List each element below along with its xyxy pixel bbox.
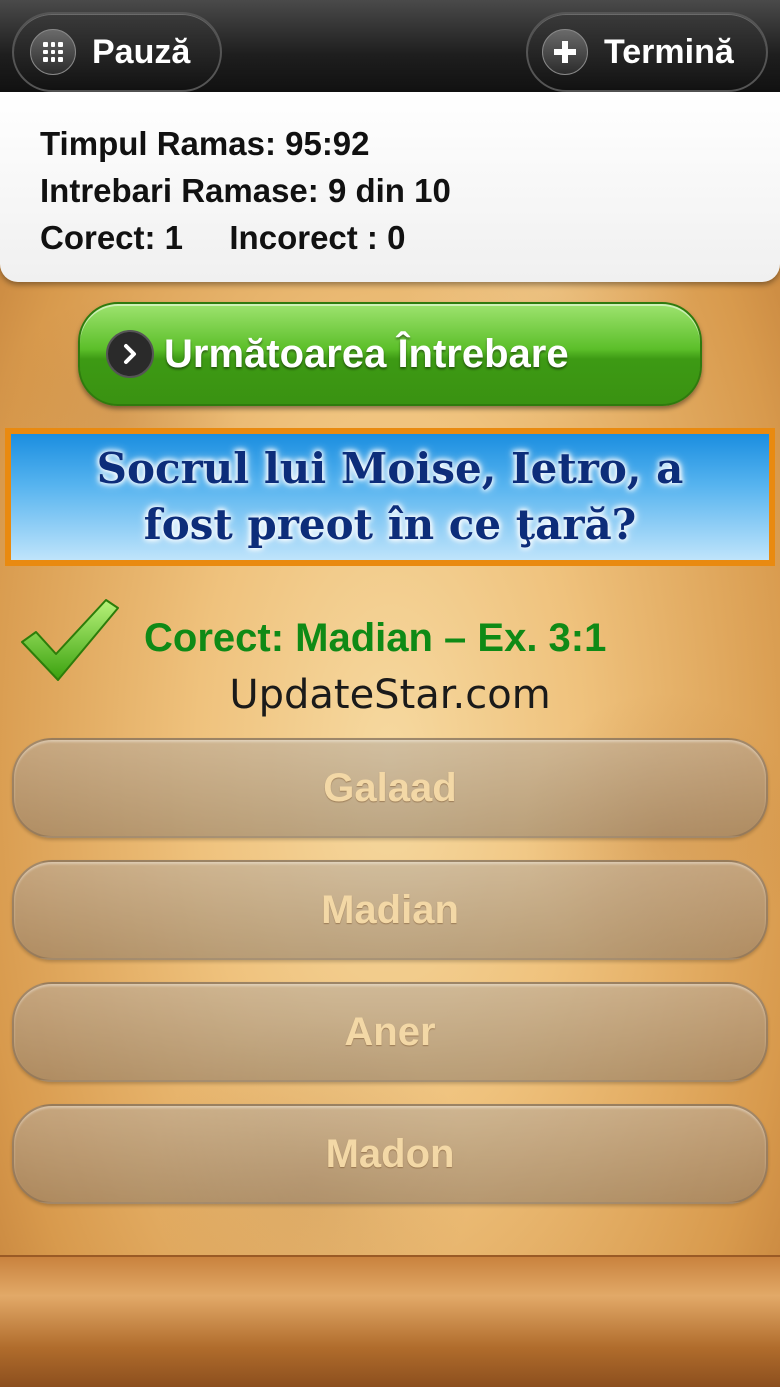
answer-label: Aner bbox=[344, 1009, 436, 1054]
finish-label: Termină bbox=[604, 32, 734, 71]
time-remaining: Timpul Ramas: 95:92 bbox=[40, 125, 370, 162]
top-bar: Pauză Termină bbox=[0, 0, 780, 92]
watermark: UpdateStar.com bbox=[229, 672, 551, 718]
stats-panel: Timpul Ramas: 95:92 Intrebari Ramase: 9 … bbox=[0, 92, 780, 282]
pause-label: Pauză bbox=[92, 32, 191, 71]
next-question-label: Următoarea Întrebare bbox=[164, 331, 569, 376]
next-question-button[interactable]: Următoarea Întrebare bbox=[78, 302, 702, 406]
checkmark-icon bbox=[21, 599, 119, 681]
incorrect-count: Incorect : 0 bbox=[229, 219, 406, 256]
grid-icon bbox=[30, 29, 76, 75]
answer-option-2[interactable]: Madian bbox=[12, 860, 768, 960]
scroll-roll-decoration bbox=[0, 1255, 780, 1387]
feedback-text: Corect: Madian – Ex. 3:1 bbox=[144, 616, 607, 660]
answer-option-1[interactable]: Galaad bbox=[12, 738, 768, 838]
answer-option-3[interactable]: Aner bbox=[12, 982, 768, 1082]
answer-label: Madian bbox=[321, 887, 459, 932]
pause-button[interactable]: Pauză bbox=[12, 12, 222, 92]
correct-count: Corect: 1 bbox=[40, 219, 184, 256]
questions-remaining: Intrebari Ramase: 9 din 10 bbox=[40, 172, 451, 209]
question-text: Socrul lui Moise, Ietro, a fost preot în… bbox=[96, 444, 684, 549]
answer-label: Madon bbox=[325, 1131, 455, 1176]
answer-label: Galaad bbox=[323, 765, 457, 810]
score-line: Corect: 1 Incorect : 0 bbox=[40, 214, 740, 261]
finish-button[interactable]: Termină bbox=[526, 12, 768, 92]
answer-option-4[interactable]: Madon bbox=[12, 1104, 768, 1204]
plus-icon bbox=[542, 29, 588, 75]
chevron-right-icon bbox=[106, 330, 154, 378]
question-box: Socrul lui Moise, Ietro, a fost preot în… bbox=[5, 428, 775, 566]
